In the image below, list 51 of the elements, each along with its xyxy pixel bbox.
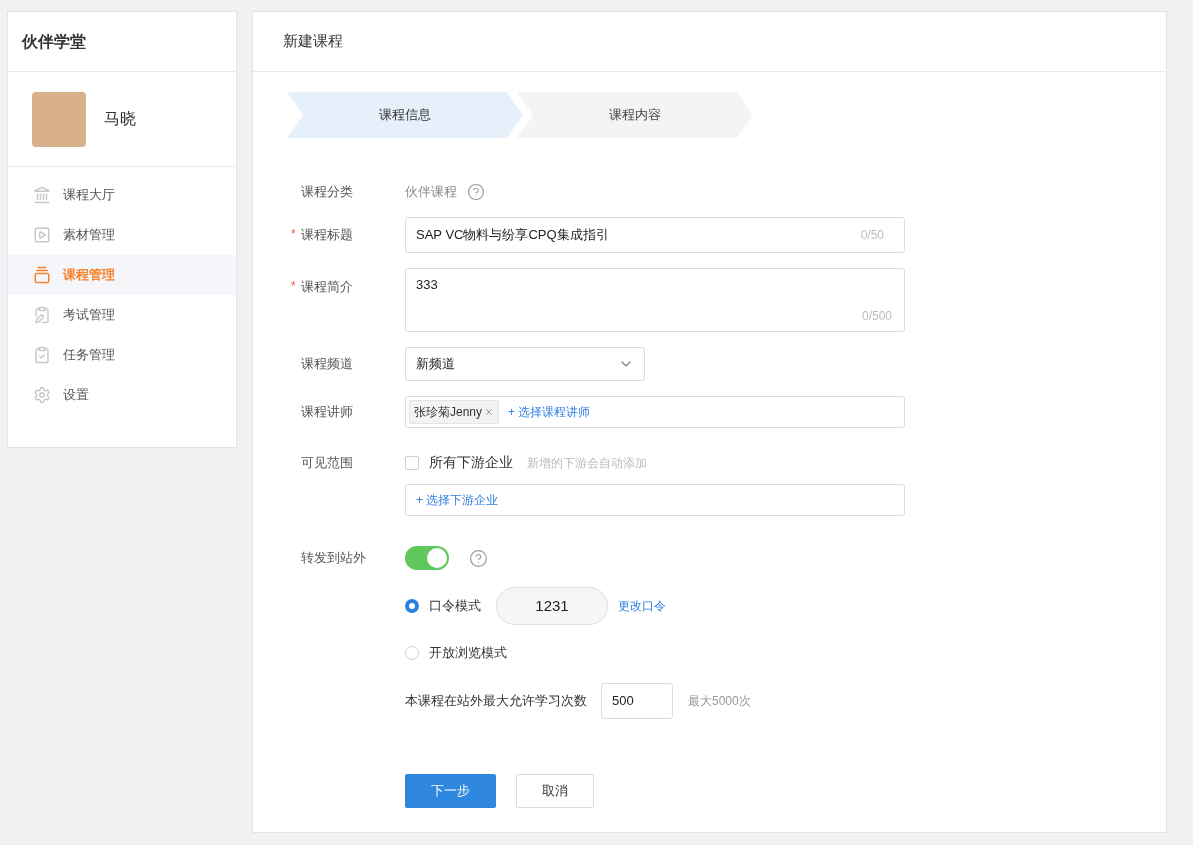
field-label: 课程标题 (301, 226, 353, 245)
next-button[interactable]: 下一步 (405, 773, 496, 808)
field-label: 课程讲师 (301, 403, 353, 422)
sidebar-item[interactable]: 考试管理 (8, 295, 236, 335)
sidebar-item[interactable]: 任务管理 (8, 335, 236, 375)
required-mark: * (291, 226, 296, 244)
title-input-field[interactable]: SAP VC物料与纷享CPQ集成指引 0/50 (405, 217, 905, 253)
close-icon[interactable] (484, 407, 495, 417)
radio-label: 开放浏览模式 (429, 644, 507, 662)
downstream-field[interactable]: + 选择下游企业 (405, 484, 905, 516)
toggle-switch[interactable] (405, 546, 449, 570)
avatar-photo-placeholder (32, 91, 86, 147)
sidebar-item[interactable]: 课程大厅 (8, 175, 236, 215)
field-label: 转发到站外 (301, 549, 366, 568)
play-icon (33, 226, 51, 244)
bank-icon (33, 186, 51, 204)
page-title: 新建课程 (283, 31, 343, 52)
max-views-input-field[interactable]: 500 (601, 682, 673, 719)
tag-label: 张珍菊Jenny (414, 404, 483, 421)
clipboard-pen-icon (33, 306, 51, 324)
checkbox[interactable] (405, 455, 419, 470)
cancel-button[interactable]: 取消 (516, 773, 594, 808)
sidebar-item[interactable]: 素材管理 (8, 215, 236, 255)
field-label: 课程分类 (301, 183, 353, 202)
radio-button[interactable] (405, 599, 419, 613)
password-field[interactable]: 1231 (496, 587, 608, 625)
clipboard-check-icon (33, 346, 51, 364)
channel-dropdown[interactable]: 新频道 (405, 347, 645, 381)
lecturer-field[interactable]: 张珍菊Jenny + 选择课程讲师 (405, 396, 905, 428)
help-icon[interactable] (469, 548, 488, 568)
checkbox-label: 所有下游企业 (429, 453, 513, 472)
settings-icon (33, 386, 51, 404)
radio-label: 口令模式 (429, 597, 481, 616)
step-tab[interactable]: 课程内容 (517, 92, 753, 138)
help-icon[interactable] (467, 183, 485, 201)
step-tab[interactable]: 课程信息 (287, 92, 523, 138)
intro-text-area[interactable]: 333 0/500 (405, 268, 905, 332)
add-lecturer-link[interactable]: + 选择课程讲师 (508, 403, 591, 421)
required-mark: * (291, 278, 296, 295)
field-label: 课程简介 (301, 278, 353, 296)
change-password-link[interactable]: 更改口令 (618, 597, 666, 615)
max-views-label: 本课程在站外最大允许学习次数 (405, 691, 587, 710)
field-label: 课程频道 (301, 355, 353, 374)
layers-icon (33, 266, 51, 284)
max-views-hint: 最大5000次 (688, 692, 751, 710)
hint-text: 新增的下游会自动添加 (527, 454, 647, 472)
sidebar-item[interactable]: 设置 (8, 375, 236, 415)
app-title: 伙伴学堂 (22, 31, 86, 52)
user-name: 马晓 (104, 109, 136, 129)
field-label: 可见范围 (301, 453, 353, 472)
category-value: 伙伴课程 (405, 183, 457, 202)
